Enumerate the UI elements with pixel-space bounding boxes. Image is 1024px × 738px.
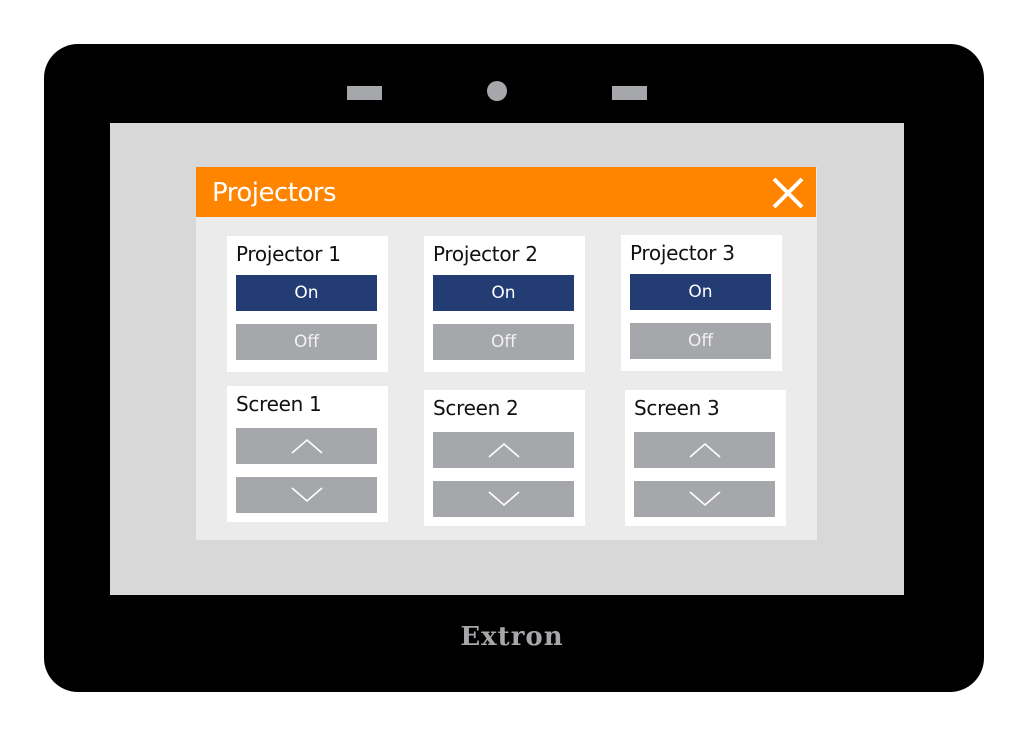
brand-logo: Extron — [460, 622, 564, 652]
projector-label: Projector 1 — [236, 242, 341, 266]
chevron-down-icon — [688, 491, 721, 507]
screen-2-up-button[interactable] — [433, 432, 574, 468]
projector-label: Projector 2 — [433, 242, 538, 266]
chevron-up-icon — [688, 442, 721, 458]
projector-label: Projector 3 — [630, 241, 735, 265]
screen-card-3: Screen 3 — [625, 390, 786, 526]
projector-2-on-button[interactable]: On — [433, 275, 574, 311]
screen-card-2: Screen 2 — [424, 390, 585, 526]
projector-card-1: Projector 1 On Off — [227, 236, 388, 372]
camera-icon — [487, 81, 507, 101]
screen-3-up-button[interactable] — [634, 432, 775, 468]
light-sensor-right — [612, 86, 647, 100]
projector-2-off-button[interactable]: Off — [433, 324, 574, 360]
screen-label: Screen 2 — [433, 396, 519, 420]
projector-card-2: Projector 2 On Off — [424, 236, 585, 372]
projector-3-on-button[interactable]: On — [630, 274, 771, 310]
light-sensor-left — [347, 86, 382, 100]
projector-1-off-button[interactable]: Off — [236, 324, 377, 360]
screen-1-up-button[interactable] — [236, 428, 377, 464]
projector-1-on-button[interactable]: On — [236, 275, 377, 311]
projector-3-off-button[interactable]: Off — [630, 323, 771, 359]
screen-label: Screen 1 — [236, 392, 322, 416]
chevron-up-icon — [487, 442, 520, 458]
chevron-down-icon — [487, 491, 520, 507]
projector-card-3: Projector 3 On Off — [621, 235, 782, 371]
screen-2-down-button[interactable] — [433, 481, 574, 517]
screen-3-down-button[interactable] — [634, 481, 775, 517]
screen-1-down-button[interactable] — [236, 477, 377, 513]
screen-label: Screen 3 — [634, 396, 720, 420]
screen-card-1: Screen 1 — [227, 386, 388, 522]
close-button[interactable] — [770, 175, 806, 211]
close-x-icon — [772, 177, 804, 209]
panel-title: Projectors — [212, 178, 337, 208]
chevron-up-icon — [290, 438, 323, 454]
chevron-down-icon — [290, 487, 323, 503]
